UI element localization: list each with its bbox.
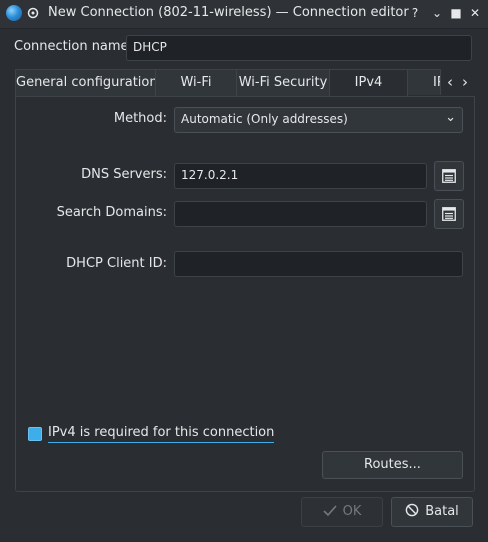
tab-wifi[interactable]: Wi-Fi <box>155 69 237 96</box>
minimize-button[interactable]: ⌄ <box>428 4 446 22</box>
list-edit-icon <box>442 207 456 221</box>
tab-ipv6-partial[interactable]: IP <box>407 69 441 95</box>
search-domains-input[interactable] <box>174 201 427 227</box>
method-select[interactable]: Automatic (Only addresses) ⌄ <box>174 107 463 133</box>
connection-name-label: Connection name: <box>14 39 133 54</box>
dhcp-client-id-label: DHCP Client ID: <box>66 256 167 271</box>
maximize-button[interactable]: ■ <box>447 4 465 22</box>
ok-button[interactable]: OK <box>301 497 383 527</box>
chevron-down-icon: ⌄ <box>445 110 456 125</box>
tab-scroll-left-icon[interactable]: ‹ <box>443 69 457 95</box>
dns-servers-value: 127.0.2.1 <box>181 168 239 182</box>
keep-above-icon[interactable] <box>27 7 39 19</box>
method-label: Method: <box>113 111 167 126</box>
tab-scroll-right-icon[interactable]: › <box>458 69 472 95</box>
tab-ipv4[interactable]: IPv4 <box>329 69 408 98</box>
tab-bar: General configuration Wi-Fi Wi-Fi Securi… <box>15 69 473 98</box>
search-domains-edit-button[interactable] <box>434 199 464 229</box>
cancel-button[interactable]: Batal <box>391 497 473 527</box>
ipv4-required-checkbox[interactable] <box>28 427 42 441</box>
ipv4-required-label[interactable]: IPv4 is required for this connection <box>48 425 275 443</box>
connection-editor-window: New Connection (802-11-wireless) — Conne… <box>0 0 488 542</box>
ok-label: OK <box>342 504 362 519</box>
tab-wifi-security[interactable]: Wi-Fi Security <box>236 69 330 96</box>
network-globe-icon <box>6 5 22 21</box>
search-domains-label: Search Domains: <box>56 205 167 220</box>
list-edit-icon <box>442 169 456 183</box>
help-button[interactable]: ? <box>406 4 424 22</box>
dns-servers-label: DNS Servers: <box>81 167 167 182</box>
connection-name-input[interactable]: DHCP <box>126 35 472 61</box>
title-bar: New Connection (802-11-wireless) — Conne… <box>0 0 488 29</box>
cancel-label: Batal <box>425 504 459 519</box>
dhcp-client-id-input[interactable] <box>174 251 463 277</box>
window-title: New Connection (802-11-wireless) — Conne… <box>48 5 409 20</box>
dns-servers-edit-button[interactable] <box>434 161 464 191</box>
check-icon <box>323 505 337 517</box>
connection-name-value: DHCP <box>133 40 167 54</box>
method-value: Automatic (Only addresses) <box>181 112 348 126</box>
close-button[interactable]: ✕ <box>466 4 484 22</box>
tab-general-configuration[interactable]: General configuration <box>15 69 156 96</box>
routes-button[interactable]: Routes... <box>322 451 463 479</box>
dns-servers-input[interactable]: 127.0.2.1 <box>174 163 427 189</box>
cancel-icon <box>405 503 419 517</box>
